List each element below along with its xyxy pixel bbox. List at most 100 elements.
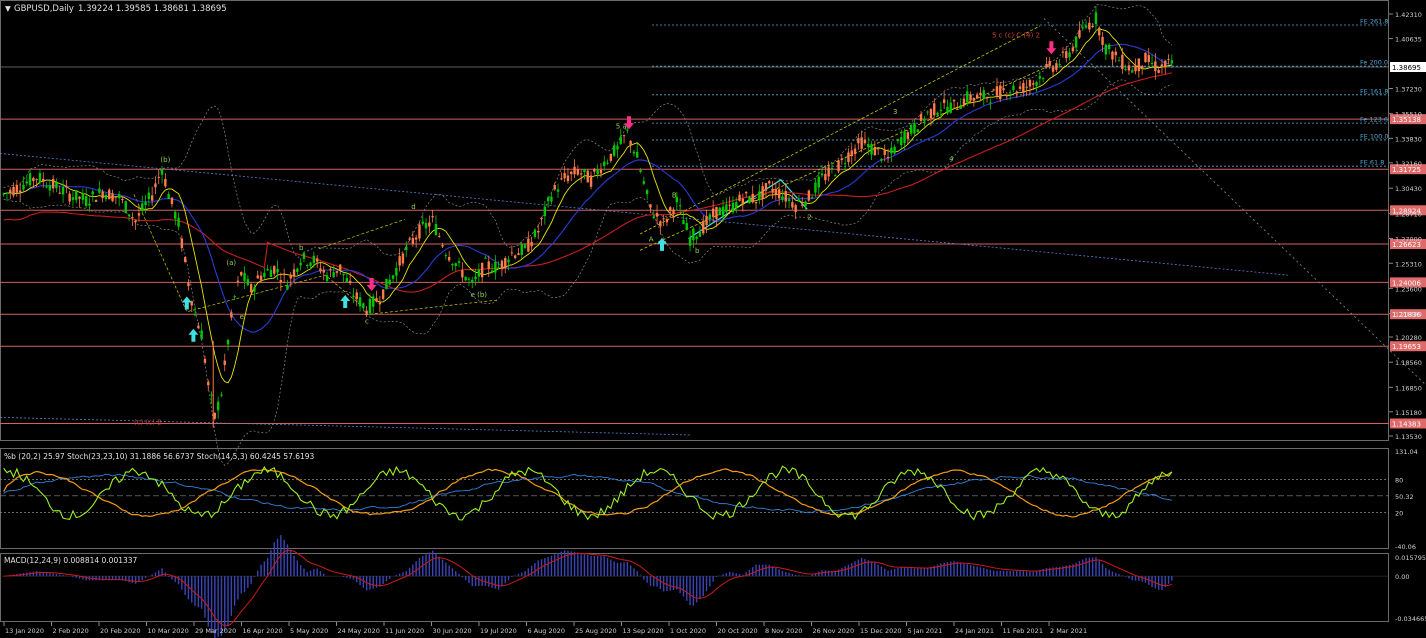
candle-body [117, 193, 121, 199]
time-tick-label: 15 Dec 2020 [860, 627, 902, 635]
buy-arrow-icon [181, 296, 192, 310]
stochastic-panel: 131.04 80 50.32 20 -40.06 [0, 448, 1418, 551]
candle-body [688, 237, 692, 246]
candle-body [867, 144, 870, 147]
candle-body [510, 252, 514, 254]
candle-body [150, 195, 154, 201]
candle-body [1078, 30, 1081, 38]
candle-body [725, 204, 728, 213]
candle-body [414, 237, 418, 240]
candle-body [527, 238, 530, 252]
candles [2, 6, 1174, 428]
wave-label: b [695, 247, 700, 255]
wave-label: 3 [893, 108, 897, 116]
time-tick-label: 13 Jan 2020 [5, 627, 44, 635]
candle-body [61, 187, 65, 195]
candle-body [487, 261, 490, 269]
candle-body [144, 202, 147, 206]
candle-body [1088, 22, 1091, 30]
candle-body [735, 202, 738, 209]
candle-body [226, 339, 230, 345]
candle-body [570, 171, 573, 175]
candle-body [484, 257, 487, 259]
macd-tick-label: -0.034665 [1395, 615, 1426, 623]
candle-body [596, 169, 599, 175]
candle-body [2, 193, 5, 195]
level-price-label: 1.19653 [1392, 343, 1421, 351]
candle-body [362, 303, 365, 308]
candle-body [632, 151, 636, 154]
candle-body [1111, 51, 1114, 60]
candle-body [523, 244, 527, 248]
time-tick-label: 20 Feb 2020 [100, 627, 140, 635]
candle-body [411, 238, 415, 244]
candle-body [1038, 76, 1042, 79]
candle-body [715, 206, 718, 219]
price-tick-label: 1.23600 [1395, 285, 1422, 293]
chart-canvas[interactable]: 1.351381.317251.289241.266231.240061.218… [0, 0, 1426, 638]
candle-body [233, 296, 236, 298]
candle-body [332, 272, 335, 278]
candle-body [1058, 64, 1061, 66]
candle-body [936, 112, 939, 115]
candle-body [1015, 91, 1018, 94]
wave-label: b [299, 244, 304, 252]
candle-body [355, 292, 358, 300]
time-tick-label: 11 Jun 2020 [385, 627, 424, 635]
candle-body [566, 175, 570, 182]
candle-body [599, 169, 603, 174]
candle-body [540, 217, 543, 220]
candle-body [230, 312, 233, 318]
candle-body [104, 194, 108, 200]
candle-body [754, 201, 758, 204]
stoch-panel-frame [0, 448, 1389, 549]
candle-body [999, 85, 1002, 100]
candle-body [111, 193, 114, 202]
candle-body [1022, 82, 1025, 93]
candle-body [45, 186, 48, 188]
price-tick-label: 1.32160 [1395, 160, 1422, 168]
time-tick-label: 24 Jan 2021 [955, 627, 994, 635]
candle-body [451, 263, 454, 266]
macd-panel-title: MACD(12,24,9) 0.008814 0.001337 [4, 556, 138, 565]
candle-body [669, 207, 672, 212]
candle-body [500, 260, 504, 270]
candle-body [655, 213, 659, 217]
candle-body [187, 282, 190, 287]
trading-chart-window[interactable]: 1.35138 1.31725 1.28924 1.26623 1.24006 1.218… [0, 0, 1426, 638]
candle-body [32, 177, 35, 182]
candle-body [827, 167, 830, 177]
candle-body [203, 358, 207, 363]
candle-body [309, 262, 312, 266]
candle-body [1104, 44, 1108, 55]
candle-body [768, 181, 771, 184]
candle-body [444, 255, 448, 257]
candle-body [352, 295, 355, 298]
candle-body [312, 255, 316, 264]
candle-body [28, 173, 32, 186]
candle-body [543, 206, 547, 217]
wave-label: A [649, 235, 654, 243]
candle-body [315, 258, 319, 262]
candle-body [573, 166, 576, 175]
menu-chevron-icon[interactable]: ▼ [5, 4, 11, 13]
candle-body [1134, 65, 1137, 72]
candle-body [329, 269, 332, 271]
candle-body [167, 194, 170, 199]
time-tick-label: 11 Feb 2021 [1003, 627, 1043, 635]
candle-body [381, 289, 385, 299]
candle-body [787, 199, 791, 202]
candle-body [946, 106, 949, 114]
macd-panel: 0.015795 0.00 -0.034665 [0, 535, 1426, 638]
candle-body [801, 204, 804, 206]
candle-body [137, 213, 141, 216]
candle-body [276, 268, 279, 273]
candle-body [593, 168, 596, 172]
candle-body [989, 102, 992, 104]
candle-body [38, 173, 42, 183]
candle-body [962, 98, 966, 106]
candle-body [213, 412, 217, 419]
candle-body [995, 86, 999, 96]
candle-body [385, 278, 388, 290]
candle-body [919, 114, 923, 121]
